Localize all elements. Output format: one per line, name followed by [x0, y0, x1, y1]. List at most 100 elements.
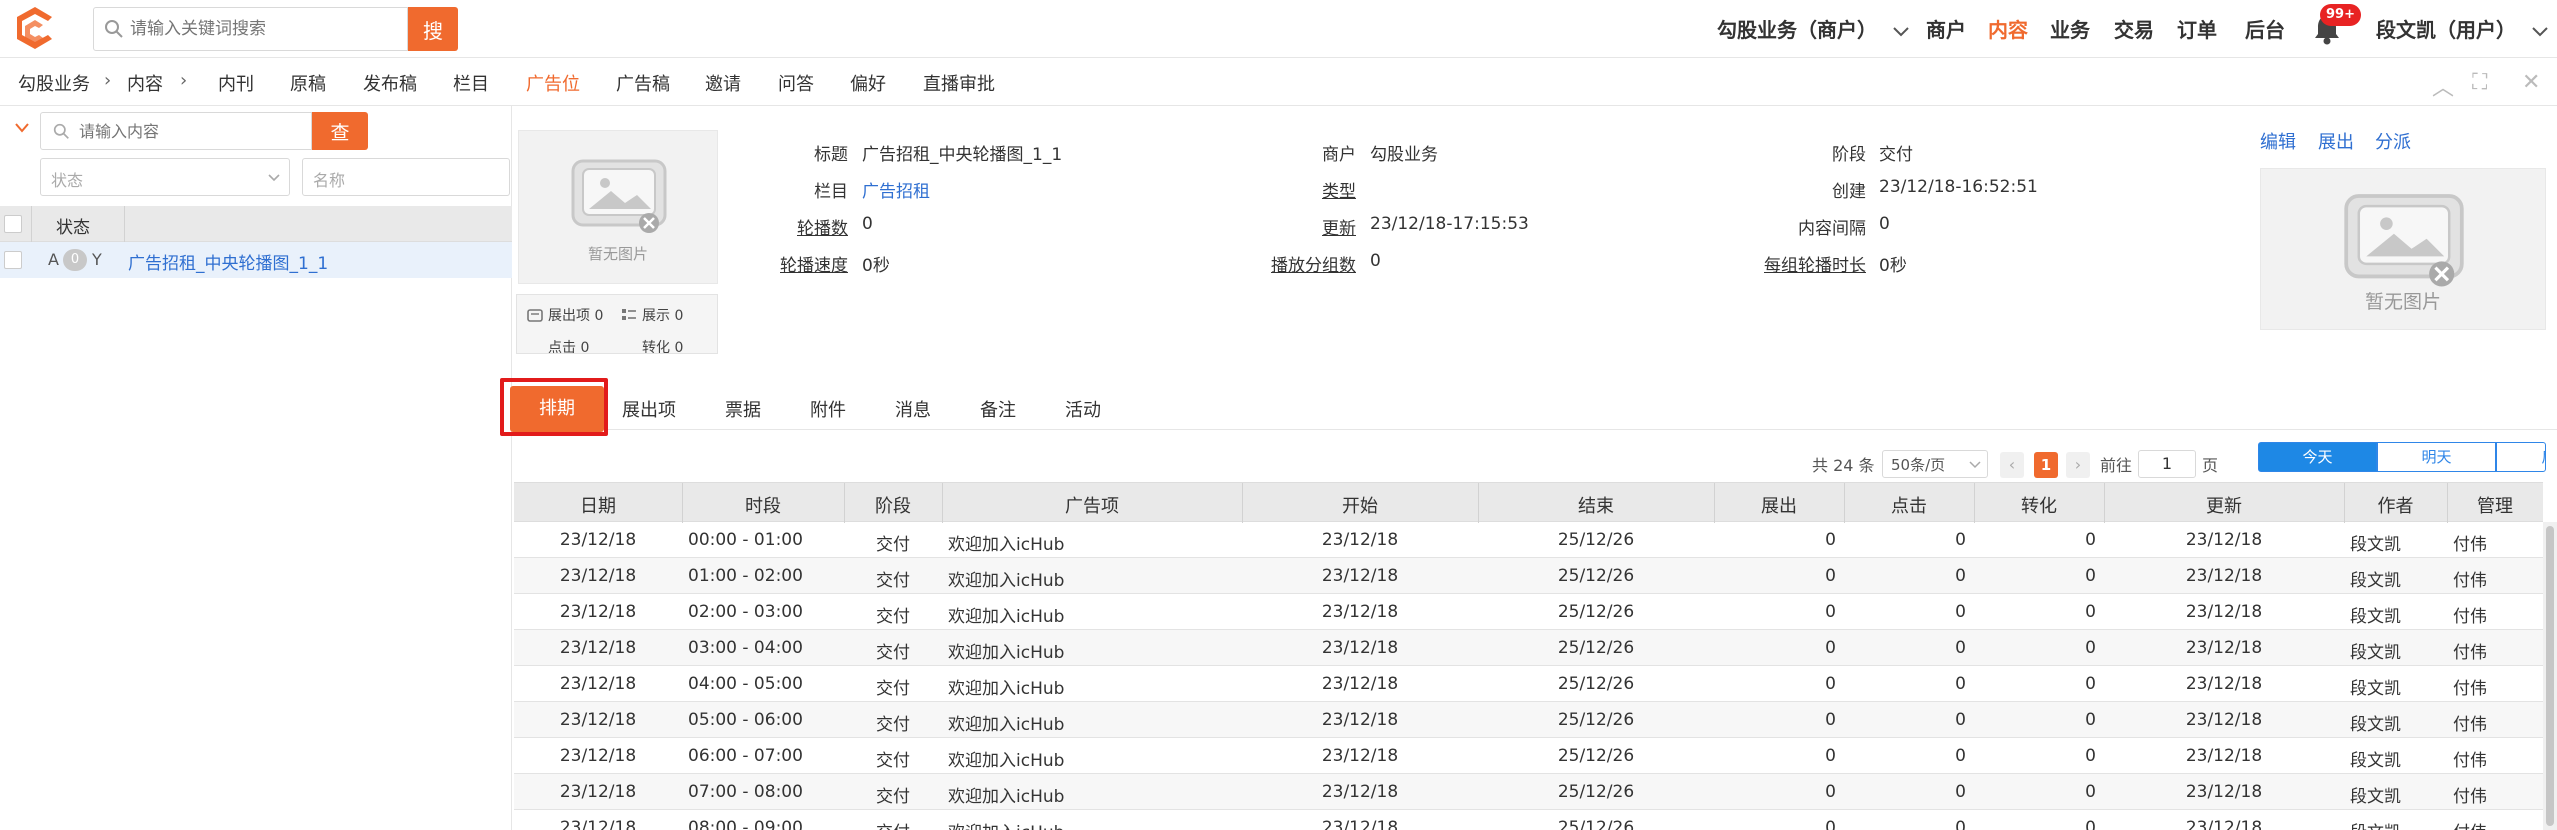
no-image-text: 暂无图片 — [2364, 291, 2441, 313]
cell-date: 23/12/18 — [559, 746, 637, 766]
column-divider — [2447, 483, 2448, 523]
table-scrollbar-thumb[interactable] — [2546, 526, 2554, 826]
top-nav-business[interactable]: 业务 — [2050, 14, 2090, 43]
user-menu[interactable]: 段文凯（用户） — [2376, 14, 2549, 43]
list-search-input[interactable] — [79, 113, 304, 149]
app-logo-icon[interactable] — [12, 4, 58, 52]
subnav-published[interactable]: 发布稿 — [363, 70, 417, 96]
table-row[interactable]: 23/12/18 01:00 - 02:00 交付 欢迎加入icHub 23/12/18… — [514, 558, 2543, 594]
cell-conversions: 0 — [2085, 566, 2096, 586]
tomorrow-button[interactable]: 明天 — [2377, 442, 2496, 472]
global-search-button[interactable]: 搜 — [408, 7, 458, 51]
subnav-ad-slot[interactable]: 广告位 — [526, 70, 580, 96]
subnav-ad-copy[interactable]: 广告稿 — [616, 70, 670, 96]
subnav-invite[interactable]: 邀请 — [705, 70, 741, 96]
field-label-carousel-speed[interactable]: 轮播速度 — [740, 251, 848, 276]
edit-link[interactable]: 编辑 — [2260, 128, 2296, 154]
stat-clicks: 点击 0 — [548, 340, 590, 354]
day-after-tomorrow-button[interactable]: 后天 — [2496, 442, 2546, 472]
table-row[interactable]: 23/12/18 06:00 - 07:00 交付 欢迎加入icHub 23/12/18… — [514, 738, 2543, 774]
list-search-button[interactable]: 查 — [312, 112, 368, 150]
breadcrumb-separator-icon: › — [104, 70, 112, 91]
tab-attachments[interactable]: 附件 — [810, 396, 846, 422]
field-label-content-interval: 内容间隔 — [1798, 219, 1866, 239]
subnav-manuscript[interactable]: 原稿 — [290, 70, 326, 96]
panel-collapse-chevron-icon[interactable] — [14, 122, 30, 134]
tab-receipts[interactable]: 票据 — [725, 396, 761, 422]
goto-page-input[interactable]: 1 — [2138, 450, 2196, 478]
page-size-select[interactable]: 50条/页 — [1882, 450, 1988, 478]
name-filter-input[interactable]: 名称 — [302, 158, 510, 196]
cell-ad-item: 欢迎加入icHub — [948, 679, 1065, 699]
table-row[interactable]: 23/12/18 03:00 - 04:00 交付 欢迎加入icHub 23/12/18… — [514, 630, 2543, 666]
exhibit-item-icon — [527, 309, 543, 322]
next-page-button[interactable]: › — [2066, 452, 2090, 478]
row-title-link[interactable]: 广告招租_中央轮播图_1_1 — [128, 249, 328, 274]
table-row[interactable]: 23/12/18 07:00 - 08:00 交付 欢迎加入icHub 23/12/18… — [514, 774, 2543, 810]
close-icon[interactable]: ✕ — [2522, 70, 2540, 95]
breadcrumb-content[interactable]: 内容 — [127, 70, 163, 96]
table-row[interactable]: 23/12/18 02:00 - 03:00 交付 欢迎加入icHub 23/12/18… — [514, 594, 2543, 630]
field-label-group-duration[interactable]: 每组轮播时长 — [1700, 251, 1866, 276]
column-divider — [31, 206, 32, 242]
column-divider — [1242, 483, 1243, 523]
cell-conversions: 0 — [2085, 602, 2096, 622]
subnav-live-approval[interactable]: 直播审批 — [923, 70, 995, 96]
list-search-box[interactable] — [40, 112, 312, 150]
column-header-conversions: 转化 — [2021, 496, 2057, 517]
tab-activity[interactable]: 活动 — [1065, 396, 1101, 422]
secondary-nav: 勾股业务 › 内容 › 内刊 原稿 发布稿 栏目 广告位 广告稿 邀请 问答 偏… — [0, 58, 2557, 106]
field-label-carousel-count[interactable]: 轮播数 — [760, 214, 848, 239]
day-after-tomorrow-label: 后天 — [2497, 443, 2545, 471]
exhibit-link[interactable]: 展出 — [2318, 128, 2354, 154]
tab-notes[interactable]: 备注 — [980, 396, 1016, 422]
global-search-box[interactable] — [93, 7, 408, 51]
cell-updated: 23/12/18 — [2185, 674, 2263, 694]
top-nav-backend[interactable]: 后台 — [2245, 14, 2285, 43]
today-button[interactable]: 今天 — [2258, 442, 2377, 472]
breadcrumb-merchant[interactable]: 勾股业务 — [18, 70, 90, 96]
cell-clicks: 0 — [1955, 674, 1966, 694]
cell-end: 25/12/26 — [1557, 530, 1635, 550]
cell-ad-item: 欢迎加入icHub — [948, 607, 1065, 627]
field-label-type[interactable]: 类型 — [1240, 177, 1356, 202]
table-row[interactable]: 23/12/18 08:00 - 09:00 交付欢迎加入icHub 23/12/18… — [514, 810, 2543, 830]
field-label-play-groups[interactable]: 播放分组数 — [1220, 251, 1356, 276]
page-1-button[interactable]: 1 — [2034, 452, 2058, 478]
prev-page-button[interactable]: ‹ — [2000, 452, 2024, 478]
list-item[interactable]: A 0 Y 广告招租_中央轮播图_1_1 — [0, 242, 512, 278]
field-label-updated[interactable]: 更新 — [1240, 214, 1356, 239]
subnav-preference[interactable]: 偏好 — [850, 70, 886, 96]
global-search-input[interactable] — [130, 8, 400, 50]
tab-messages[interactable]: 消息 — [895, 396, 931, 422]
subnav-journal[interactable]: 内刊 — [218, 70, 254, 96]
chevron-down-icon — [1969, 461, 1981, 469]
status-filter-select[interactable]: 状态 — [40, 158, 290, 196]
cell-end: 25/12/26 — [1557, 710, 1635, 730]
maximize-icon[interactable]: ⛶ — [2472, 70, 2487, 95]
top-nav-merchant[interactable]: 商户 — [1926, 14, 1966, 43]
tab-exhibit-items[interactable]: 展出项 — [622, 396, 676, 422]
cell-clicks: 0 — [1955, 602, 1966, 622]
cell-start: 23/12/18 — [1321, 566, 1399, 586]
assign-link[interactable]: 分派 — [2375, 128, 2411, 154]
collapse-icon[interactable]: ︿ — [2432, 70, 2454, 102]
field-label-created: 创建 — [1832, 182, 1866, 202]
top-nav-trade[interactable]: 交易 — [2114, 14, 2154, 43]
cell-end: 25/12/26 — [1557, 638, 1635, 658]
table-row[interactable]: 23/12/18 05:00 - 06:00 交付 欢迎加入icHub 23/12/18… — [514, 702, 2543, 738]
top-nav-orders[interactable]: 订单 — [2177, 14, 2217, 43]
subnav-qa[interactable]: 问答 — [778, 70, 814, 96]
cell-manager: 付伟 — [2453, 715, 2487, 735]
subnav-column[interactable]: 栏目 — [453, 70, 489, 96]
top-nav-content[interactable]: 内容 — [1988, 14, 2028, 43]
merchant-menu[interactable]: 勾股业务（商户） — [1717, 14, 1910, 43]
table-row[interactable]: 23/12/18 04:00 - 05:00 交付 欢迎加入icHub 23/12/18… — [514, 666, 2543, 702]
select-all-checkbox[interactable] — [4, 215, 22, 233]
field-value-column-link[interactable]: 广告招租 — [862, 177, 930, 202]
cell-manager: 付伟 — [2453, 751, 2487, 771]
row-checkbox[interactable] — [4, 251, 22, 269]
field-label-column: 栏目 — [814, 182, 848, 202]
table-row[interactable]: 23/12/18 00:00 - 01:00 交付 欢迎加入icHub 23/12/18… — [514, 522, 2543, 558]
cell-ad-item: 欢迎加入icHub — [948, 535, 1065, 555]
